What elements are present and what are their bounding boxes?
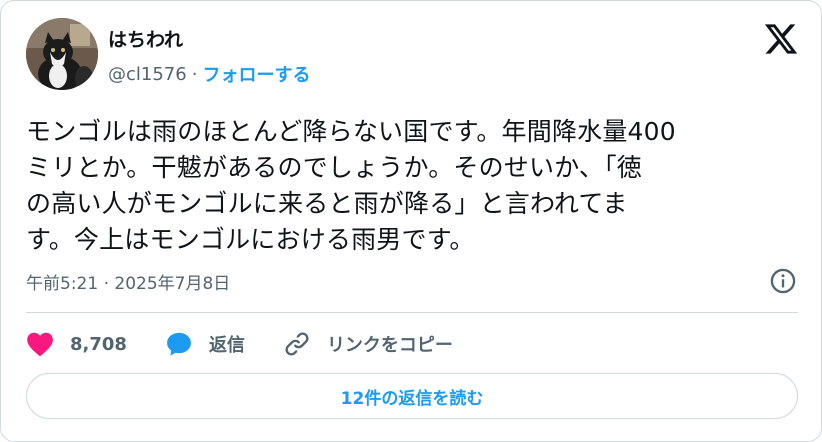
cat-avatar-image: [26, 18, 98, 90]
tweet-text-line: モンゴルは雨のほとんど降らない国です。年間降水量400: [26, 117, 676, 146]
divider: [26, 312, 798, 313]
read-replies-button[interactable]: 12件の返信を読む: [26, 373, 798, 419]
author-meta: @cl1576 · フォローする: [108, 61, 310, 87]
avatar[interactable]: [26, 18, 98, 90]
author-name[interactable]: はちわれ: [108, 25, 183, 52]
link-icon: [285, 332, 309, 356]
tweet-text-line: ミリとか。干魃があるのでしょうか。そのせいか、「徳: [26, 153, 643, 182]
read-replies-label: 12件の返信を読む: [340, 388, 484, 409]
like-button[interactable]: 8,708: [26, 331, 127, 357]
copy-link-label: リンクをコピー: [326, 335, 453, 356]
follow-button[interactable]: フォローする: [202, 61, 310, 87]
tweet-timestamp[interactable]: 午前5:21 · 2025年7月8日: [26, 269, 230, 294]
info-icon[interactable]: [769, 267, 797, 295]
separator-dot: ·: [191, 63, 198, 85]
tweet-card: はちわれ @cl1576 · フォローする モンゴルは雨のほとんど降らない国です…: [0, 0, 822, 442]
tweet-text: モンゴルは雨のほとんど降らない国です。年間降水量400 ミリとか。干魃があるので…: [26, 114, 796, 258]
reply-button[interactable]: 返信: [165, 330, 245, 358]
like-count: 8,708: [70, 333, 127, 355]
copy-link-button[interactable]: リンクをコピー: [283, 330, 453, 358]
heart-icon: [27, 332, 53, 357]
tweet-text-line: す。今上はモンゴルにおける雨男です。: [26, 225, 475, 254]
speech-bubble-icon: [167, 332, 191, 356]
action-bar: 8,708 返信 リンクをコピー: [26, 326, 491, 362]
reply-label: 返信: [208, 335, 245, 356]
x-logo-icon[interactable]: [763, 21, 799, 57]
tweet-text-line: の高い人がモンゴルに来ると雨が降る」と言われてま: [26, 189, 628, 218]
author-handle[interactable]: @cl1576: [108, 64, 187, 85]
